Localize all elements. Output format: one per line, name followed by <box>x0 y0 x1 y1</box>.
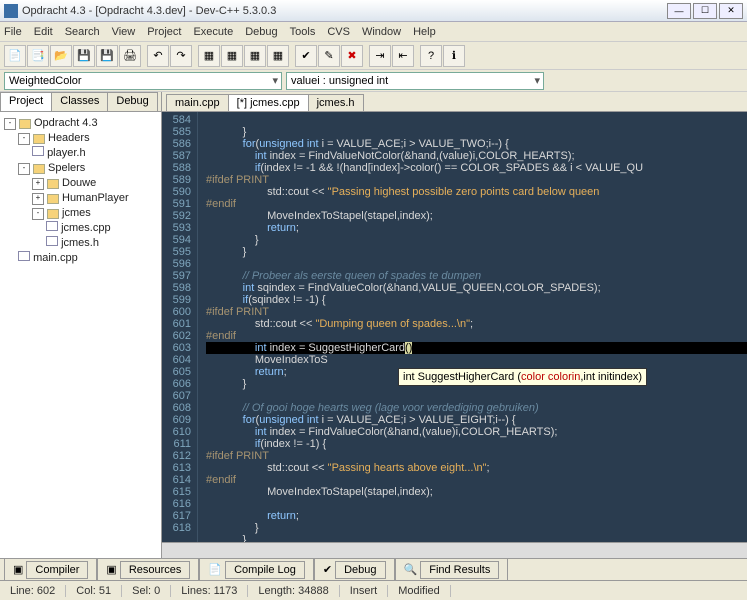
tab-classes[interactable]: Classes <box>51 92 108 111</box>
tab-jcmesh[interactable]: jcmes.h <box>308 94 364 111</box>
file-icon <box>32 146 44 156</box>
minimize-button[interactable]: — <box>667 3 691 19</box>
menu-bar: File Edit Search View Project Execute De… <box>0 22 747 42</box>
tab-findresults[interactable]: 🔍 Find Results <box>395 558 509 582</box>
tree-spelers[interactable]: Spelers <box>4 161 157 176</box>
tab-debug2[interactable]: ✔ Debug <box>314 558 395 582</box>
project-icon <box>19 119 31 129</box>
code-editor[interactable]: 5845855865875885895905915925935945955965… <box>162 112 747 542</box>
toolbar: 📄 📑 📂 💾 💾 🖨 ↶ ↷ ▦ ▦ ▦ ▦ ✔ ✎ ✖ ⇥ ⇤ ? ℹ <box>0 42 747 70</box>
about-icon[interactable]: ℹ <box>443 45 465 67</box>
tree-playerh[interactable]: player.h <box>4 146 157 161</box>
compile-run-icon[interactable]: ▦ <box>244 45 266 67</box>
menu-edit[interactable]: Edit <box>34 26 53 38</box>
menu-execute[interactable]: Execute <box>193 26 233 38</box>
menu-view[interactable]: View <box>112 26 136 38</box>
tree-headers[interactable]: Headers <box>4 131 157 146</box>
member-combo[interactable]: valuei : unsigned int <box>286 72 544 90</box>
left-panel: Project Classes Debug Opdracht 4.3 Heade… <box>0 92 162 558</box>
undo-icon[interactable]: ↶ <box>147 45 169 67</box>
menu-window[interactable]: Window <box>362 26 401 38</box>
redo-icon[interactable]: ↷ <box>170 45 192 67</box>
class-combo[interactable]: WeightedColor <box>4 72 282 90</box>
menu-search[interactable]: Search <box>65 26 100 38</box>
current-line: int index = SuggestHigherCard() <box>206 342 747 354</box>
tab-maincpp[interactable]: main.cpp <box>166 94 229 111</box>
tab-compilelog[interactable]: 📄 Compile Log <box>199 558 313 582</box>
menu-debug[interactable]: Debug <box>245 26 277 38</box>
line-gutter: 5845855865875885895905915925935945955965… <box>162 112 198 542</box>
tree-root[interactable]: Opdracht 4.3 <box>4 116 157 131</box>
tree-jcmes[interactable]: jcmes <box>4 206 157 221</box>
tree-maincpp[interactable]: main.cpp <box>4 251 157 266</box>
menu-file[interactable]: File <box>4 26 22 38</box>
status-col: Col: 51 <box>66 585 122 597</box>
tab-debug[interactable]: Debug <box>107 92 157 111</box>
status-bar: Line: 602 Col: 51 Sel: 0 Lines: 1173 Len… <box>0 580 747 600</box>
goto-icon[interactable]: ⇥ <box>369 45 391 67</box>
save-all-icon[interactable]: 💾 <box>96 45 118 67</box>
help-icon[interactable]: ? <box>420 45 442 67</box>
menu-help[interactable]: Help <box>413 26 436 38</box>
status-length: Length: 34888 <box>248 585 339 597</box>
stop-icon[interactable]: ✎ <box>318 45 340 67</box>
rebuild-icon[interactable]: ▦ <box>267 45 289 67</box>
folder-icon <box>33 134 45 144</box>
close-button[interactable]: ✕ <box>719 3 743 19</box>
folder-icon <box>33 164 45 174</box>
horizontal-scrollbar[interactable] <box>162 542 747 558</box>
folder-icon <box>47 179 59 189</box>
status-line: Line: 602 <box>0 585 66 597</box>
menu-project[interactable]: Project <box>147 26 181 38</box>
status-sel: Sel: 0 <box>122 585 171 597</box>
folder-icon <box>47 209 59 219</box>
app-icon <box>4 4 18 18</box>
tab-compiler[interactable]: ▣ Compiler <box>4 558 97 582</box>
parameter-tooltip: int SuggestHigherCard (color colorin,int… <box>398 368 647 386</box>
menu-tools[interactable]: Tools <box>290 26 316 38</box>
tab-jcmescpp[interactable]: [*] jcmes.cpp <box>228 94 309 111</box>
print-icon[interactable]: 🖨 <box>119 45 141 67</box>
status-insert: Insert <box>340 585 389 597</box>
folder-icon <box>47 194 59 204</box>
tab-resources[interactable]: ▣ Resources <box>97 558 199 582</box>
maximize-button[interactable]: ☐ <box>693 3 717 19</box>
tree-human[interactable]: HumanPlayer <box>4 191 157 206</box>
debug-icon[interactable]: ✔ <box>295 45 317 67</box>
code-area[interactable]: } for(unsigned int i = VALUE_ACE;i > VAL… <box>198 112 747 542</box>
class-browser-bar: WeightedColor valuei : unsigned int <box>0 70 747 92</box>
profile-icon[interactable]: ✖ <box>341 45 363 67</box>
file-tabs: main.cpp [*] jcmes.cpp jcmes.h <box>162 92 747 112</box>
new-project-icon[interactable]: 📑 <box>27 45 49 67</box>
tab-project[interactable]: Project <box>0 92 52 111</box>
project-tree[interactable]: Opdracht 4.3 Headers player.h Spelers Do… <box>0 112 161 558</box>
tree-douwe[interactable]: Douwe <box>4 176 157 191</box>
window-buttons: — ☐ ✕ <box>667 3 743 19</box>
menu-cvs[interactable]: CVS <box>327 26 350 38</box>
editor-panel: main.cpp [*] jcmes.cpp jcmes.h 584585586… <box>162 92 747 558</box>
status-modified: Modified <box>388 585 451 597</box>
left-tabs: Project Classes Debug <box>0 92 161 112</box>
run-icon[interactable]: ▦ <box>221 45 243 67</box>
file-icon <box>46 236 58 246</box>
tree-jcmesh[interactable]: jcmes.h <box>4 236 157 251</box>
open-icon[interactable]: 📂 <box>50 45 72 67</box>
file-icon <box>18 251 30 261</box>
new-file-icon[interactable]: 📄 <box>4 45 26 67</box>
bookmark-icon[interactable]: ⇤ <box>392 45 414 67</box>
bottom-tabs: ▣ Compiler ▣ Resources 📄 Compile Log ✔ D… <box>0 558 747 580</box>
status-lines: Lines: 1173 <box>171 585 248 597</box>
tree-jcmescpp[interactable]: jcmes.cpp <box>4 221 157 236</box>
file-icon <box>46 221 58 231</box>
window-title: Opdracht 4.3 - [Opdracht 4.3.dev] - Dev-… <box>22 5 667 17</box>
title-bar: Opdracht 4.3 - [Opdracht 4.3.dev] - Dev-… <box>0 0 747 22</box>
compile-icon[interactable]: ▦ <box>198 45 220 67</box>
save-icon[interactable]: 💾 <box>73 45 95 67</box>
